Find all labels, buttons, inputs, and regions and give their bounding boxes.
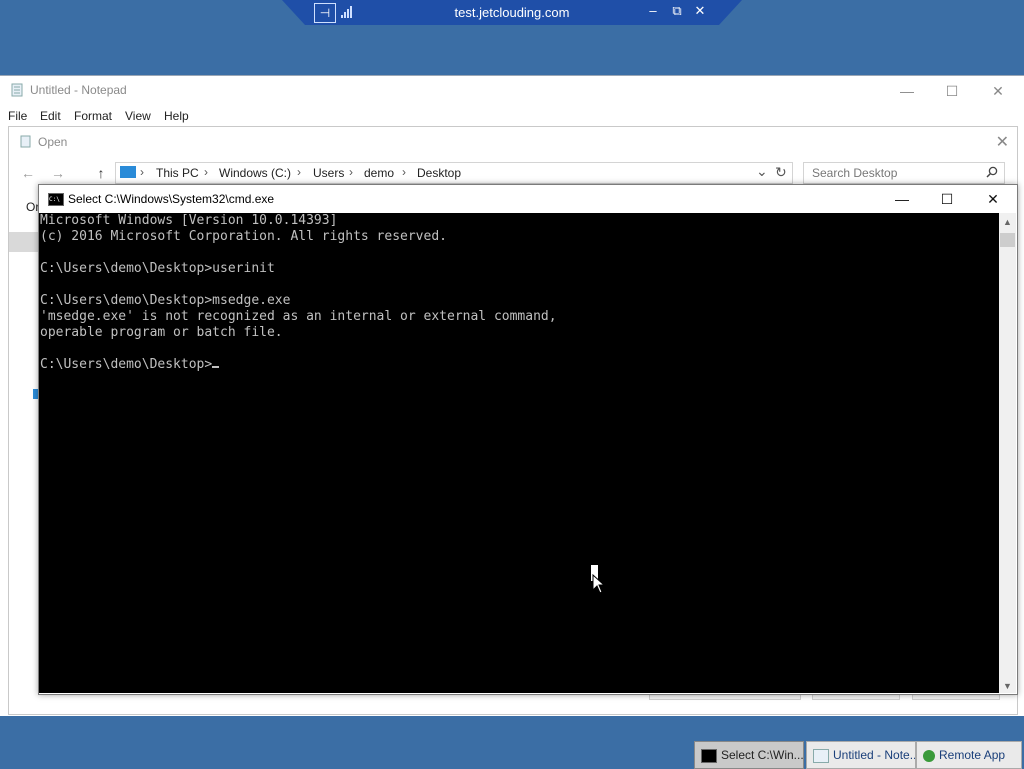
breadcrumb-separator: ›: [140, 165, 144, 179]
cmd-titlebar[interactable]: C:\ Select C:\Windows\System32\cmd.exe —…: [39, 185, 1017, 213]
breadcrumb-desktop[interactable]: Desktop: [417, 166, 461, 180]
console-line: C:\Users\demo\Desktop>userinit: [40, 261, 275, 276]
console-line: Microsoft Windows [Version 10.0.14393]: [40, 213, 338, 228]
cmd-scrollbar[interactable]: ▲ ▼: [999, 213, 1016, 693]
notepad-title: Untitled - Notepad: [30, 83, 127, 97]
open-dialog-close-button[interactable]: ✕: [996, 132, 1009, 152]
taskbar: Select C:\Win... Untitled - Note... Remo…: [0, 740, 1024, 769]
open-dialog-navbar: ← → ↑ › This PC › Windows (C:) › Users ›…: [9, 160, 1017, 186]
notepad-menubar: File Edit Format View Help: [0, 106, 1024, 126]
open-dialog-titlebar[interactable]: Open ✕: [9, 127, 1017, 157]
mouse-pointer-icon: [592, 574, 606, 594]
breadcrumb-separator: ›: [402, 165, 406, 179]
menu-format[interactable]: Format: [74, 109, 112, 123]
up-arrow-icon[interactable]: ↑: [92, 164, 110, 182]
notepad-icon: [20, 135, 31, 148]
console-text: Microsoft Windows [Version 10.0.14393] (…: [39, 213, 999, 373]
refresh-icon[interactable]: ↻: [775, 164, 787, 181]
search-input[interactable]: Search Desktop: [803, 162, 1005, 184]
cmd-icon: [701, 748, 717, 763]
taskbar-item-label: Select C:\Win...: [721, 748, 804, 762]
address-bar[interactable]: › This PC › Windows (C:) › Users › demo …: [115, 162, 793, 184]
console-line: (c) 2016 Microsoft Corporation. All righ…: [40, 229, 447, 244]
console-line: C:\Users\demo\Desktop>msedge.exe: [40, 293, 291, 308]
cmd-title: Select C:\Windows\System32\cmd.exe: [68, 192, 275, 206]
breadcrumb-this-pc[interactable]: This PC: [156, 166, 199, 180]
menu-edit[interactable]: Edit: [40, 109, 61, 123]
cmd-close-button[interactable]: ✕: [970, 187, 1016, 211]
notepad-icon: [813, 748, 829, 763]
remote-app-icon: [923, 749, 935, 762]
nav-pane-selection: [9, 232, 39, 252]
taskbar-item-cmd[interactable]: Select C:\Win...: [694, 741, 804, 769]
menu-view[interactable]: View: [125, 109, 151, 123]
search-icon: [986, 166, 998, 178]
open-dialog-title: Open: [38, 135, 68, 149]
chevron-down-icon[interactable]: ⌄: [756, 163, 768, 180]
cmd-minimize-button[interactable]: —: [879, 187, 925, 211]
cmd-icon: C:\: [48, 193, 64, 206]
scroll-up-icon[interactable]: ▲: [1003, 217, 1012, 227]
breadcrumb-windows-c[interactable]: Windows (C:): [219, 166, 291, 180]
console-line: 'msedge.exe' is not recognized as an int…: [40, 309, 557, 324]
rdp-close-button[interactable]: ✕: [691, 3, 709, 19]
taskbar-item-label: Remote App: [939, 748, 1006, 762]
notepad-titlebar[interactable]: Untitled - Notepad — ☐ ✕: [0, 76, 1024, 106]
console-caret: [212, 366, 220, 368]
rdp-minimize-button[interactable]: ‒: [644, 3, 662, 18]
scroll-thumb[interactable]: [1000, 233, 1015, 247]
scroll-down-icon[interactable]: ▼: [1003, 681, 1012, 691]
notepad-icon: [11, 83, 23, 97]
breadcrumb-separator: ›: [349, 165, 353, 179]
console-prompt: C:\Users\demo\Desktop>: [40, 357, 213, 372]
breadcrumb-separator: ›: [297, 165, 301, 179]
console-line: operable program or batch file.: [40, 325, 283, 340]
notepad-minimize-button[interactable]: —: [884, 79, 930, 103]
rdp-connection-bar: ⊣ test.jetclouding.com ‒ ⧉ ✕: [282, 0, 742, 25]
forward-arrow-icon[interactable]: →: [49, 164, 67, 182]
taskbar-item-notepad[interactable]: Untitled - Note...: [806, 741, 916, 769]
breadcrumb-users[interactable]: Users: [313, 166, 344, 180]
cmd-window: C:\ Select C:\Windows\System32\cmd.exe —…: [38, 184, 1018, 695]
breadcrumb-separator: ›: [204, 165, 208, 179]
cmd-maximize-button[interactable]: ☐: [924, 187, 970, 211]
back-arrow-icon[interactable]: ←: [19, 164, 37, 182]
console-output[interactable]: Microsoft Windows [Version 10.0.14393] (…: [39, 213, 999, 693]
this-pc-icon: [120, 166, 136, 178]
taskbar-item-remote-app[interactable]: Remote App: [916, 741, 1022, 769]
menu-help[interactable]: Help: [164, 109, 189, 123]
search-placeholder: Search Desktop: [812, 166, 898, 180]
notepad-maximize-button[interactable]: ☐: [929, 79, 975, 103]
menu-file[interactable]: File: [8, 109, 27, 123]
notepad-close-button[interactable]: ✕: [975, 79, 1021, 103]
breadcrumb-demo[interactable]: demo: [364, 166, 394, 180]
rdp-restore-button[interactable]: ⧉: [668, 3, 686, 19]
taskbar-item-label: Untitled - Note...: [833, 748, 916, 762]
